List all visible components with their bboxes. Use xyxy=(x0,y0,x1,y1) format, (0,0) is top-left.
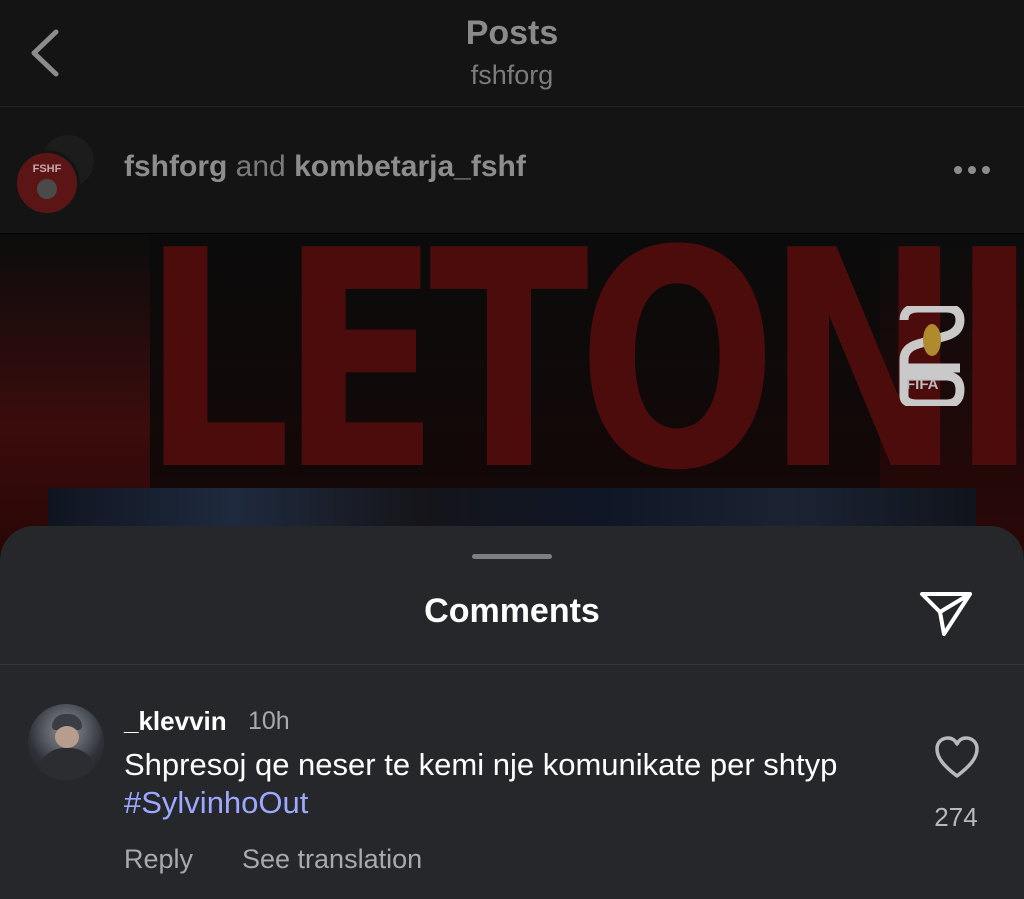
more-options-button[interactable] xyxy=(950,158,994,182)
divider xyxy=(0,664,1024,665)
comment-text: Shpresoj qe neser te kemi nje komunikate… xyxy=(124,747,838,782)
more-horizontal-icon xyxy=(954,166,962,174)
see-translation-button[interactable]: See translation xyxy=(242,844,422,875)
reply-button[interactable]: Reply xyxy=(124,844,193,875)
author-primary-link[interactable]: fshforg xyxy=(124,150,227,183)
avatar-body xyxy=(38,748,96,780)
page-subtitle: fshforg xyxy=(470,60,554,90)
hashtag-link[interactable]: #SylvinhoOut xyxy=(124,785,308,820)
share-button[interactable] xyxy=(916,584,976,640)
top-nav-bar: Posts fshforg xyxy=(0,0,1024,107)
sheet-grabber[interactable] xyxy=(472,554,552,559)
send-icon xyxy=(920,592,972,636)
avatar-face xyxy=(55,726,79,748)
author-connector: and xyxy=(235,150,286,183)
author-secondary-link[interactable]: kombetarja_fshf xyxy=(294,150,526,183)
page-title: Posts xyxy=(465,14,559,52)
post-image[interactable]: LETONI FIFA xyxy=(0,234,1024,554)
avatar[interactable] xyxy=(28,704,104,780)
fifa-logo-text: FIFA xyxy=(906,376,939,393)
heart-icon xyxy=(935,736,979,778)
comments-title: Comments xyxy=(424,592,600,630)
comments-sheet: Comments _klevvin 10h Shpresoj qe neser … xyxy=(0,526,1024,899)
post-authors: fshforg and kombetarja_fshf xyxy=(124,150,526,184)
more-dot xyxy=(982,166,990,174)
avatar-primary[interactable]: FSHF xyxy=(14,150,80,216)
like-count: 274 xyxy=(934,802,978,832)
comment-body: Shpresoj qe neser te kemi nje komunikate… xyxy=(124,746,844,822)
more-dot xyxy=(968,166,976,174)
like-button[interactable] xyxy=(934,736,980,780)
ball-icon xyxy=(37,179,57,199)
comment-username[interactable]: _klevvin xyxy=(124,706,227,737)
avatar-crest-text: FSHF xyxy=(32,163,62,175)
comment-timestamp: 10h xyxy=(248,707,290,735)
image-headline: LETONI xyxy=(142,234,1024,536)
